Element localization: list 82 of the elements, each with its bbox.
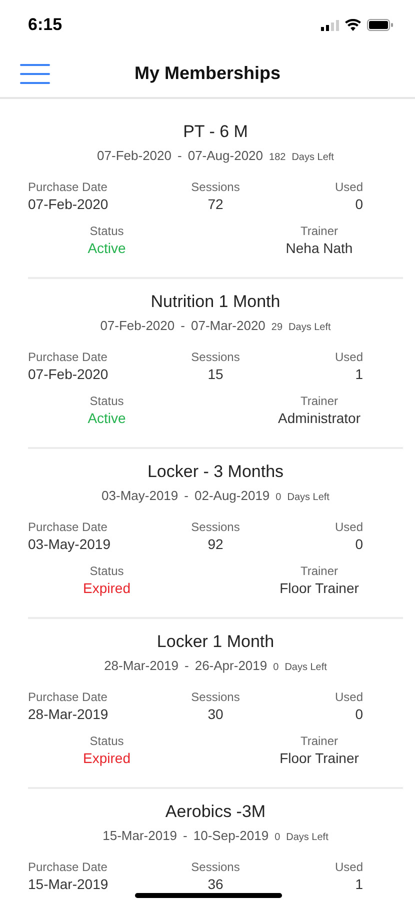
sessions-label: Sessions <box>191 350 240 364</box>
membership-name: PT - 6 M <box>183 122 248 142</box>
membership-name: Locker - 3 Months <box>147 462 284 482</box>
used-count: 1 <box>355 876 363 892</box>
start-date: 07-Feb-2020 <box>100 318 175 333</box>
sessions-count: 30 <box>208 706 224 722</box>
purchase-date-label: Purchase Date <box>28 860 108 874</box>
purchase-date: 15-Mar-2019 <box>28 876 108 892</box>
start-date: 15-Mar-2019 <box>102 828 178 843</box>
purchase-date-label: Purchase Date <box>28 520 108 534</box>
days-left-label: Days Left <box>287 492 330 503</box>
end-date: 07-Mar-2020 <box>190 318 266 333</box>
purchase-date-label: Purchase Date <box>28 350 108 364</box>
days-left-label: Days Left <box>286 832 328 843</box>
date-dash: - <box>184 658 189 673</box>
membership-name: Aerobics -3M <box>165 802 266 822</box>
membership-name: Locker 1 Month <box>156 632 274 652</box>
days-count: 0 <box>276 492 282 503</box>
sessions-label: Sessions <box>191 860 240 874</box>
used-label: Used <box>334 180 363 194</box>
start-date: 03-May-2019 <box>102 488 178 503</box>
date-dash: - <box>183 828 188 843</box>
status-label: Status <box>90 224 124 238</box>
used-count: 0 <box>355 536 363 552</box>
signal-icon <box>321 20 339 30</box>
date-dash: - <box>180 318 185 333</box>
trainer-label: Trainer <box>300 224 338 238</box>
used-label: Used <box>334 350 363 364</box>
status-label: Status <box>90 394 124 408</box>
date-dash: - <box>178 148 182 163</box>
sessions-count: 92 <box>208 536 224 552</box>
days-count: 0 <box>274 832 280 843</box>
status-value: Active <box>88 410 126 426</box>
days-count: 0 <box>273 662 279 673</box>
end-date: 07-Aug-2020 <box>188 148 264 163</box>
trainer-label: Trainer <box>300 564 338 578</box>
membership-name: Nutrition 1 Month <box>150 292 280 312</box>
trainer-label: Trainer <box>300 394 338 408</box>
used-label: Used <box>334 690 363 704</box>
trainer-name: Floor Trainer <box>280 750 359 766</box>
days-left-label: Days Left <box>284 662 327 673</box>
trainer-label: Trainer <box>300 734 338 748</box>
trainer-name: Floor Trainer <box>280 580 359 596</box>
status-time: 6:15 <box>28 15 62 35</box>
status-value: Active <box>88 240 126 256</box>
purchase-date: 07-Feb-2020 <box>28 196 108 212</box>
purchase-date-label: Purchase Date <box>28 690 108 704</box>
sessions-count: 72 <box>208 196 224 212</box>
status-value: Expired <box>83 580 130 596</box>
purchase-date: 28-Mar-2019 <box>28 706 108 722</box>
trainer-name: Neha Nath <box>286 240 353 256</box>
wifi-icon <box>345 19 361 31</box>
used-count: 0 <box>355 706 363 722</box>
purchase-date: 03-May-2019 <box>28 536 110 552</box>
start-date: 07-Feb-2020 <box>97 148 172 163</box>
sessions-label: Sessions <box>191 180 240 194</box>
status-label: Status <box>90 734 124 748</box>
sessions-count: 15 <box>208 366 224 382</box>
days-count: 182 <box>269 152 286 163</box>
days-left-label: Days Left <box>292 152 334 163</box>
purchase-date: 07-Feb-2020 <box>28 366 108 382</box>
sessions-label: Sessions <box>191 520 240 534</box>
used-label: Used <box>334 520 363 534</box>
used-count: 1 <box>355 366 363 382</box>
end-date: 10-Sep-2019 <box>193 828 269 843</box>
menu-icon[interactable] <box>20 64 50 84</box>
sessions-label: Sessions <box>191 690 240 704</box>
used-count: 0 <box>355 196 363 212</box>
status-label: Status <box>90 564 124 578</box>
date-dash: - <box>184 488 188 503</box>
days-left-label: Days Left <box>288 322 331 333</box>
days-count: 29 <box>271 322 283 333</box>
sessions-count: 36 <box>208 876 224 892</box>
start-date: 28-Mar-2019 <box>104 658 178 673</box>
battery-icon <box>367 19 393 31</box>
used-label: Used <box>334 860 363 874</box>
page-title: My Memberships <box>134 63 281 84</box>
end-date: 02-Aug-2019 <box>194 488 270 503</box>
trainer-name: Administrator <box>278 410 360 426</box>
end-date: 26-Apr-2019 <box>194 658 268 673</box>
purchase-date-label: Purchase Date <box>28 180 108 194</box>
status-value: Expired <box>83 750 130 766</box>
